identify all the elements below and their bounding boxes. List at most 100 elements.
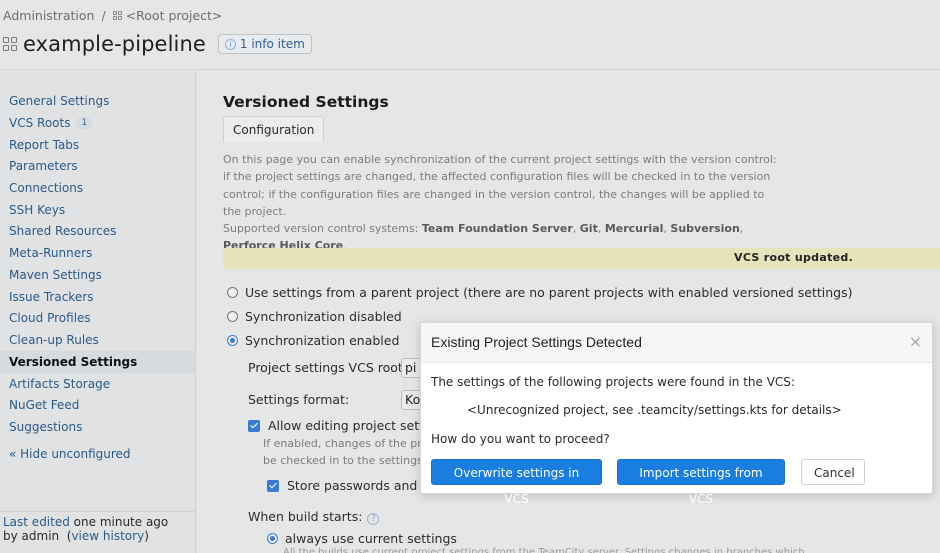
sidebar-item-vcs-roots[interactable]: VCS Roots 1	[0, 112, 195, 134]
radio-label: Use settings from a parent project (ther…	[245, 285, 853, 300]
sidebar-item-label: General Settings	[9, 94, 110, 108]
sidebar-item-report-tabs[interactable]: Report Tabs	[0, 134, 195, 156]
breadcrumb-root-project[interactable]: <Root project>	[126, 8, 223, 23]
radio-label: Synchronization disabled	[245, 309, 402, 324]
sidebar-item-cloud-profiles[interactable]: Cloud Profiles	[0, 307, 195, 329]
radio-sync-disabled[interactable]: Synchronization disabled	[227, 309, 402, 324]
sidebar: General Settings VCS Roots 1 Report Tabs …	[0, 71, 196, 553]
sidebar-item-meta-runners[interactable]: Meta-Runners	[0, 242, 195, 264]
vcs-system: Subversion	[670, 222, 740, 236]
close-icon[interactable]: ×	[909, 332, 922, 351]
sidebar-item-suggestions[interactable]: Suggestions	[0, 416, 195, 438]
import-settings-button[interactable]: Import settings from VCS	[617, 459, 785, 506]
sidebar-item-issue-trackers[interactable]: Issue Trackers	[0, 286, 195, 308]
tab-configuration[interactable]: Configuration	[223, 116, 325, 142]
sidebar-item-label: NuGet Feed	[9, 398, 80, 412]
checkbox-label: Store passwords and AI	[287, 478, 434, 493]
sidebar-item-label: Issue Trackers	[9, 290, 94, 304]
settings-format-label: Settings format:	[248, 392, 350, 407]
radio-label: always use current settings	[285, 531, 457, 546]
vcs-system: Mercurial	[604, 222, 664, 236]
help-icon[interactable]: ?	[367, 513, 380, 525]
info-icon: i	[224, 38, 236, 50]
sidebar-item-label: Report Tabs	[9, 138, 80, 152]
sidebar-item-label: Clean-up Rules	[9, 333, 99, 347]
sidebar-item-versioned-settings[interactable]: Versioned Settings	[0, 351, 195, 373]
radio-label: Synchronization enabled	[245, 333, 400, 348]
info-badge-label: 1 info item	[239, 37, 305, 51]
vcs-system: Git	[579, 222, 598, 236]
section-title: Versioned Settings	[223, 93, 389, 111]
checkbox-label: Allow editing project settin	[268, 418, 436, 433]
breadcrumb-administration[interactable]: Administration	[3, 8, 94, 23]
breadcrumb-separator: /	[101, 8, 106, 23]
radio-button[interactable]	[227, 311, 238, 322]
notice-text: VCS root updated.	[734, 251, 854, 264]
project-icon	[112, 11, 122, 20]
dialog-header: Existing Project Settings Detected ×	[421, 323, 932, 363]
last-edited-link[interactable]: Last edited	[3, 515, 70, 529]
build-option-hint: All the builds use current project setti…	[283, 547, 805, 553]
sidebar-item-general-settings[interactable]: General Settings	[0, 90, 195, 112]
store-passwords-checkbox-row[interactable]: Store passwords and AI	[267, 478, 434, 493]
cancel-button[interactable]: Cancel	[801, 459, 865, 485]
allow-editing-checkbox-row[interactable]: Allow editing project settin	[248, 418, 435, 433]
allow-editing-hint: If enabled, changes of the proj	[263, 437, 432, 450]
title-row: example-pipeline i 1 info item	[3, 32, 312, 56]
radio-always-use-current[interactable]: always use current settings	[267, 531, 457, 546]
sidebar-item-label: Parameters	[9, 159, 78, 173]
sidebar-item-label: Meta-Runners	[9, 246, 93, 260]
dialog-title: Existing Project Settings Detected	[431, 334, 642, 350]
checkbox[interactable]	[267, 479, 279, 492]
sidebar-item-label: Maven Settings	[9, 268, 102, 282]
sidebar-item-ssh-keys[interactable]: SSH Keys	[0, 199, 195, 221]
page-title: example-pipeline	[23, 32, 206, 56]
sidebar-item-maven-settings[interactable]: Maven Settings	[0, 264, 195, 286]
sidebar-item-label: VCS Roots	[9, 116, 71, 130]
sidebar-item-label: Suggestions	[9, 420, 83, 434]
sidebar-item-label: Artifacts Storage	[9, 377, 111, 391]
sidebar-divider	[0, 511, 195, 512]
radio-sync-enabled[interactable]: Synchronization enabled	[227, 333, 399, 348]
existing-settings-dialog: Existing Project Settings Detected × The…	[420, 322, 933, 506]
radio-use-parent-settings[interactable]: Use settings from a parent project (ther…	[227, 285, 853, 300]
breadcrumb: Administration / <Root project>	[3, 8, 222, 23]
vcs-system: Team Foundation Server	[421, 222, 573, 236]
radio-button[interactable]	[227, 287, 238, 298]
checkbox[interactable]	[248, 419, 260, 432]
unrecognized-project: <Unrecognized project, see .teamcity/set…	[467, 403, 842, 417]
count-badge: 1	[76, 117, 93, 129]
dialog-message: The settings of the following projects w…	[431, 375, 795, 389]
sidebar-item-connections[interactable]: Connections	[0, 177, 195, 199]
view-history-link[interactable]: view history	[71, 529, 144, 543]
sidebar-item-clean-up-rules[interactable]: Clean-up Rules	[0, 329, 195, 351]
sidebar-item-parameters[interactable]: Parameters	[0, 155, 195, 177]
sidebar-item-label: Shared Resources	[9, 224, 117, 238]
info-item-badge[interactable]: i 1 info item	[217, 34, 312, 54]
vcs-root-label: Project settings VCS root:	[248, 360, 408, 375]
edited-by: by admin	[3, 529, 60, 543]
sidebar-item-label: Versioned Settings	[9, 355, 138, 369]
hide-unconfigured-link[interactable]: « Hide unconfigured	[9, 447, 131, 461]
notice-banner: VCS root updated.	[223, 248, 940, 269]
project-icon	[3, 37, 17, 51]
last-edited-time: one minute ago	[69, 515, 169, 529]
overwrite-settings-button[interactable]: Overwrite settings in VCS	[431, 459, 602, 506]
sidebar-item-label: Cloud Profiles	[9, 311, 91, 325]
description: On this page you can enable synchronizat…	[223, 153, 777, 253]
sidebar-item-nuget-feed[interactable]: NuGet Feed	[0, 394, 195, 416]
page-header: Administration / <Root project> example-…	[0, 0, 940, 70]
build-starts-label: When build starts:?	[248, 509, 380, 525]
description-text: On this page you can enable synchronizat…	[223, 153, 777, 218]
sidebar-item-label: SSH Keys	[9, 203, 66, 217]
sidebar-item-shared-resources[interactable]: Shared Resources	[0, 220, 195, 242]
dialog-question: How do you want to proceed?	[431, 432, 610, 446]
allow-editing-hint: be checked in to the settings r	[263, 454, 431, 467]
radio-button[interactable]	[267, 533, 278, 544]
radio-button[interactable]	[227, 335, 238, 346]
build-starts-text: When build starts:	[248, 509, 363, 524]
sidebar-item-artifacts-storage[interactable]: Artifacts Storage	[0, 373, 195, 395]
last-edited-info: Last edited one minute ago by admin (vie…	[3, 515, 169, 543]
sidebar-item-label: Connections	[9, 181, 84, 195]
supported-label: Supported version control systems:	[223, 222, 422, 236]
